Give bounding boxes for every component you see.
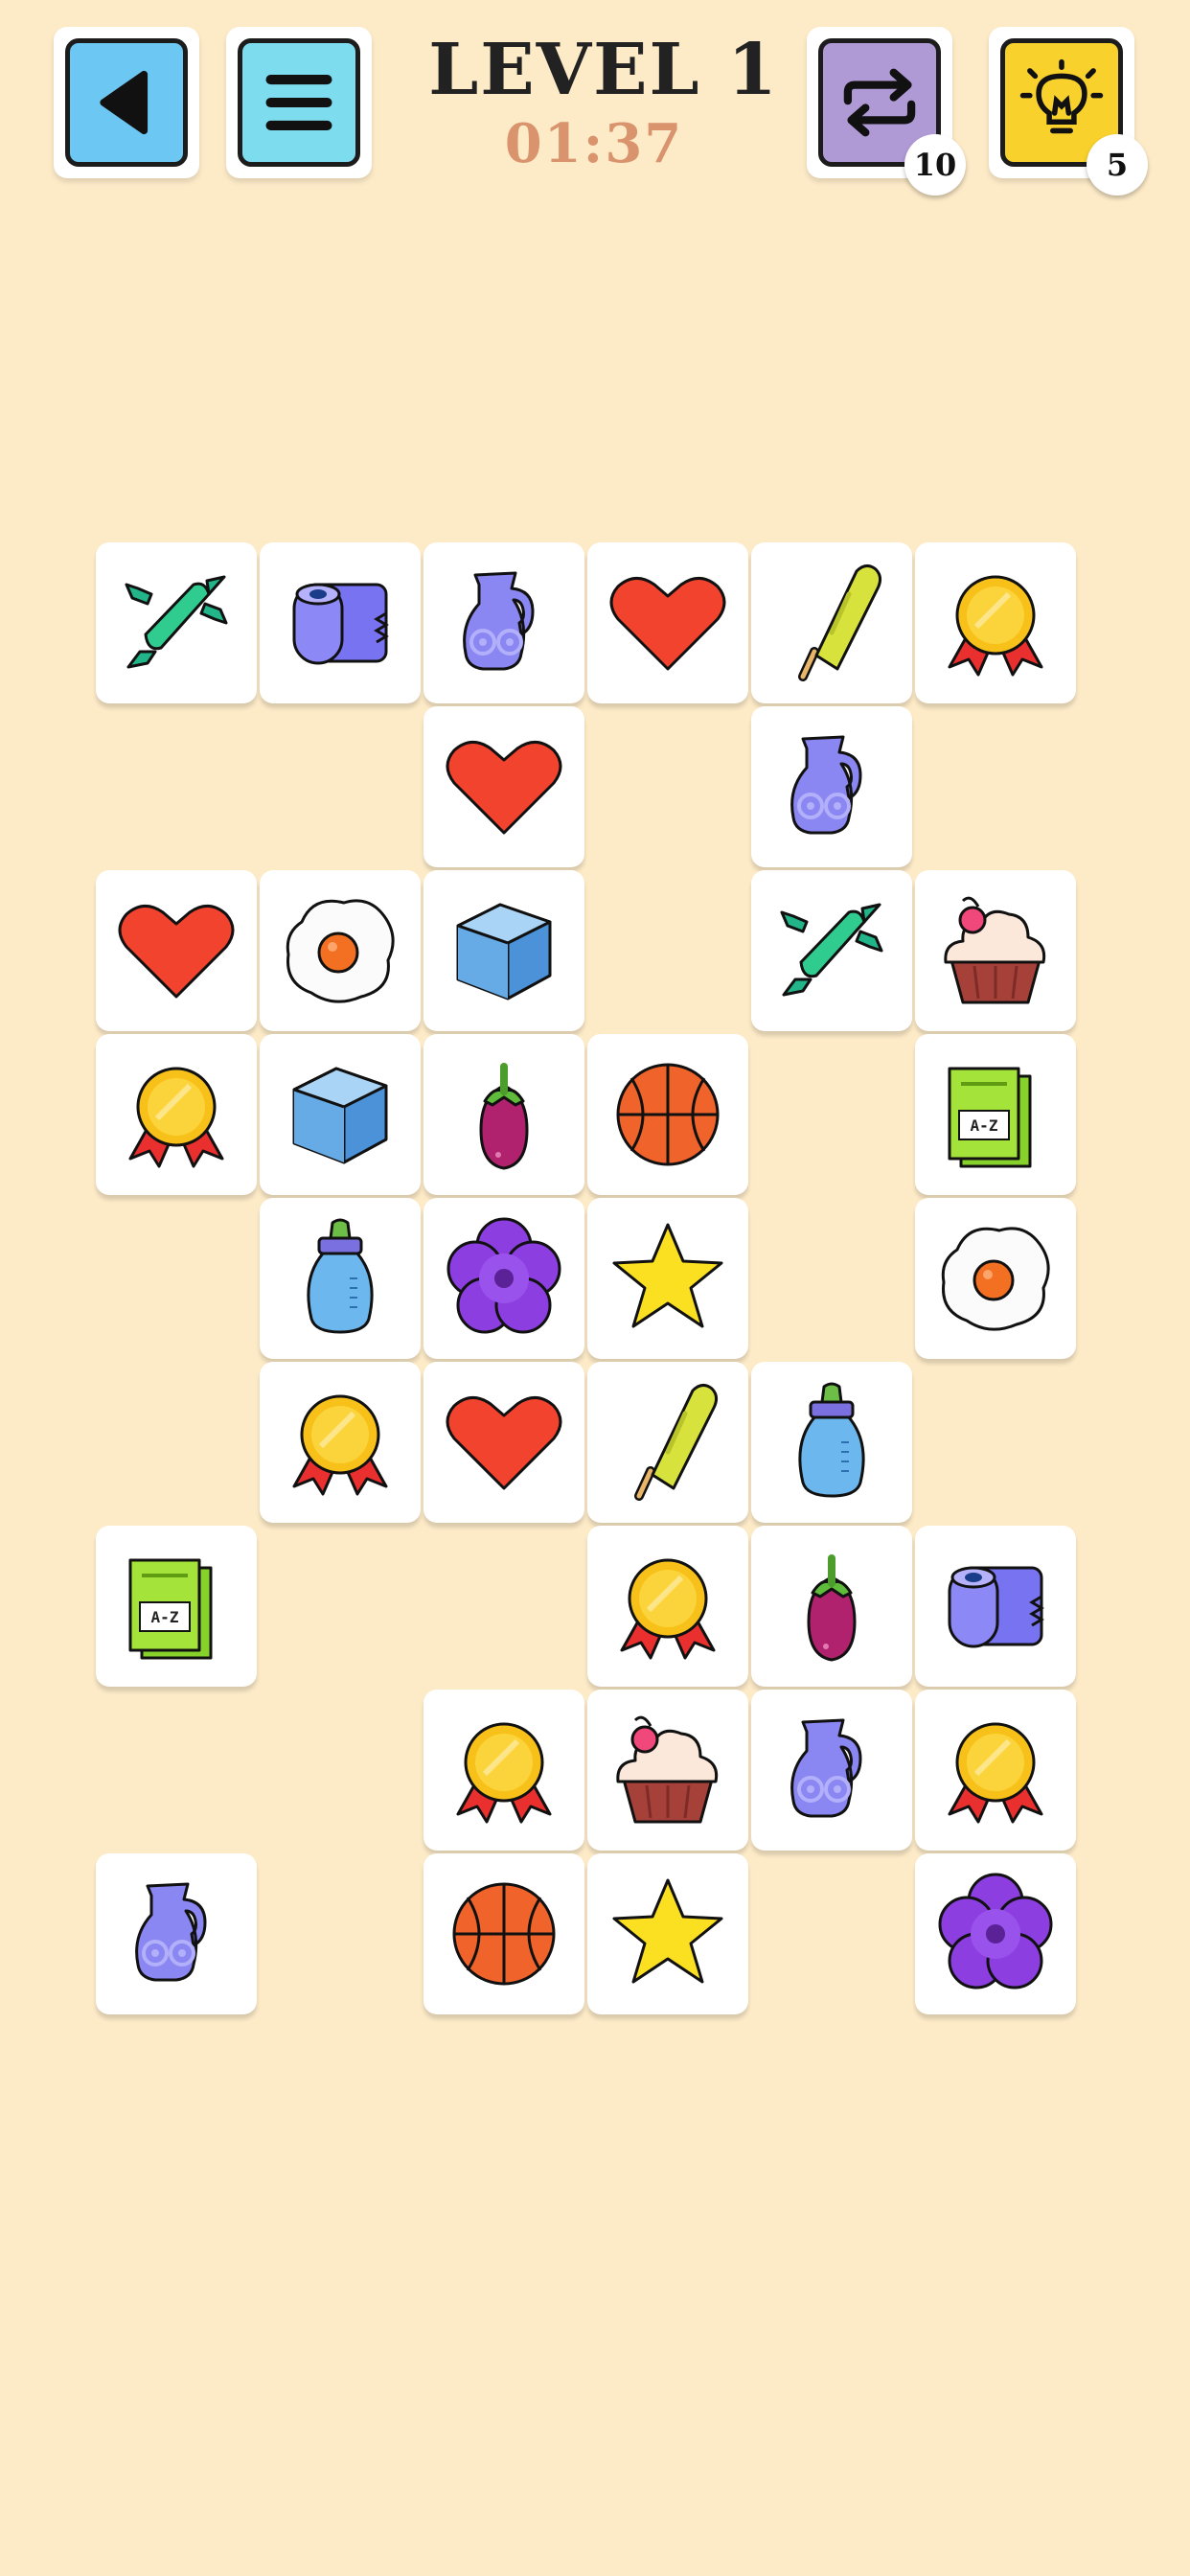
ice-cube-icon <box>292 1067 388 1164</box>
level-timer: 01:37 <box>504 112 684 175</box>
fried-egg-icon <box>286 899 395 1003</box>
jug-icon <box>790 1718 862 1818</box>
tile-baby-bottle[interactable] <box>260 1198 421 1359</box>
candy-icon <box>125 575 228 669</box>
heart-icon <box>118 904 235 999</box>
popsicle-icon <box>601 1375 735 1509</box>
heart-icon <box>446 740 562 835</box>
toilet-paper-icon <box>292 583 388 665</box>
menu-button-face <box>238 38 360 167</box>
back-button-face <box>65 38 188 167</box>
tile-cupcake[interactable] <box>587 1690 748 1851</box>
lightbulb-icon <box>1019 58 1104 134</box>
tile-candy[interactable] <box>751 870 912 1031</box>
book-icon: A-Z <box>128 1558 213 1660</box>
baby-bottle-icon <box>307 1218 374 1334</box>
tile-medal[interactable] <box>96 1034 257 1195</box>
shuffle-button[interactable]: 10 <box>807 27 966 196</box>
cupcake-icon <box>616 1715 719 1824</box>
jug-icon <box>134 1882 207 1982</box>
tile-fried-egg[interactable] <box>915 1198 1076 1359</box>
medal-icon <box>928 556 1063 690</box>
tile-book[interactable]: A-Z <box>915 1034 1076 1195</box>
star-icon <box>612 1878 723 1984</box>
tile-eggplant[interactable] <box>751 1526 912 1687</box>
eggplant-icon <box>437 1047 571 1182</box>
tile-heart[interactable] <box>423 1362 584 1523</box>
star-icon <box>612 1223 723 1328</box>
toilet-paper-icon <box>948 1566 1043 1648</box>
jug-icon <box>790 735 862 835</box>
medal-icon <box>928 1703 1063 1837</box>
medal-icon <box>601 1539 735 1673</box>
tile-flower[interactable] <box>423 1198 584 1359</box>
fried-egg-icon <box>941 1227 1050 1331</box>
tile-medal[interactable] <box>587 1526 748 1687</box>
tile-jug[interactable] <box>96 1853 257 2014</box>
eggplant-icon <box>765 1539 899 1673</box>
shuffle-arrows-icon <box>843 68 916 137</box>
basketball-icon <box>452 1882 556 1986</box>
hamburger-menu-icon <box>265 75 332 130</box>
popsicle-icon <box>765 556 899 690</box>
tile-ice-cube[interactable] <box>260 1034 421 1195</box>
candy-icon <box>780 903 883 997</box>
basketball-icon <box>616 1063 720 1166</box>
tile-jug[interactable] <box>751 706 912 867</box>
tile-baby-bottle[interactable] <box>751 1362 912 1523</box>
tile-ice-cube[interactable] <box>423 870 584 1031</box>
book-label: A-Z <box>151 1608 179 1626</box>
medal-icon <box>109 1047 243 1182</box>
tile-jug[interactable] <box>423 542 584 703</box>
menu-button[interactable] <box>226 27 372 178</box>
tile-popsicle[interactable] <box>587 1362 748 1523</box>
tile-flower[interactable] <box>915 1853 1076 2014</box>
tile-eggplant[interactable] <box>423 1034 584 1195</box>
tile-basketball[interactable] <box>423 1853 584 2014</box>
heart-icon <box>446 1395 562 1490</box>
tile-star[interactable] <box>587 1853 748 2014</box>
jug-icon <box>462 571 535 671</box>
tile-popsicle[interactable] <box>751 542 912 703</box>
hint-button[interactable]: 5 <box>989 27 1148 196</box>
top-bar: LEVEL 1 01:37 10 5 <box>0 0 1190 196</box>
tile-medal[interactable] <box>915 542 1076 703</box>
back-button[interactable] <box>54 27 199 178</box>
tile-basketball[interactable] <box>587 1034 748 1195</box>
shuffle-count-badge: 10 <box>904 134 966 196</box>
flower-icon <box>938 1873 1053 1990</box>
tile-heart[interactable] <box>96 870 257 1031</box>
medal-icon <box>273 1375 407 1509</box>
ice-cube-icon <box>456 903 552 1000</box>
flower-icon <box>446 1217 561 1334</box>
tile-medal[interactable] <box>260 1362 421 1523</box>
medal-icon <box>437 1703 571 1837</box>
book-icon: A-Z <box>948 1067 1032 1168</box>
back-arrow-icon <box>100 70 149 135</box>
tile-jug[interactable] <box>751 1690 912 1851</box>
hint-count-badge: 5 <box>1087 134 1148 196</box>
tile-star[interactable] <box>587 1198 748 1359</box>
book-label: A-Z <box>971 1116 998 1135</box>
tile-toilet-paper[interactable] <box>915 1526 1076 1687</box>
tile-candy[interactable] <box>96 542 257 703</box>
heart-icon <box>609 576 726 671</box>
tile-board: A-Z A-Z <box>96 542 1085 2020</box>
tile-medal[interactable] <box>423 1690 584 1851</box>
tile-fried-egg[interactable] <box>260 870 421 1031</box>
baby-bottle-icon <box>798 1382 865 1498</box>
tile-book[interactable]: A-Z <box>96 1526 257 1687</box>
tile-heart[interactable] <box>423 706 584 867</box>
tile-cupcake[interactable] <box>915 870 1076 1031</box>
tile-heart[interactable] <box>587 542 748 703</box>
tile-medal[interactable] <box>915 1690 1076 1851</box>
tile-toilet-paper[interactable] <box>260 542 421 703</box>
level-title: LEVEL 1 <box>428 29 779 111</box>
cupcake-icon <box>944 896 1046 1004</box>
